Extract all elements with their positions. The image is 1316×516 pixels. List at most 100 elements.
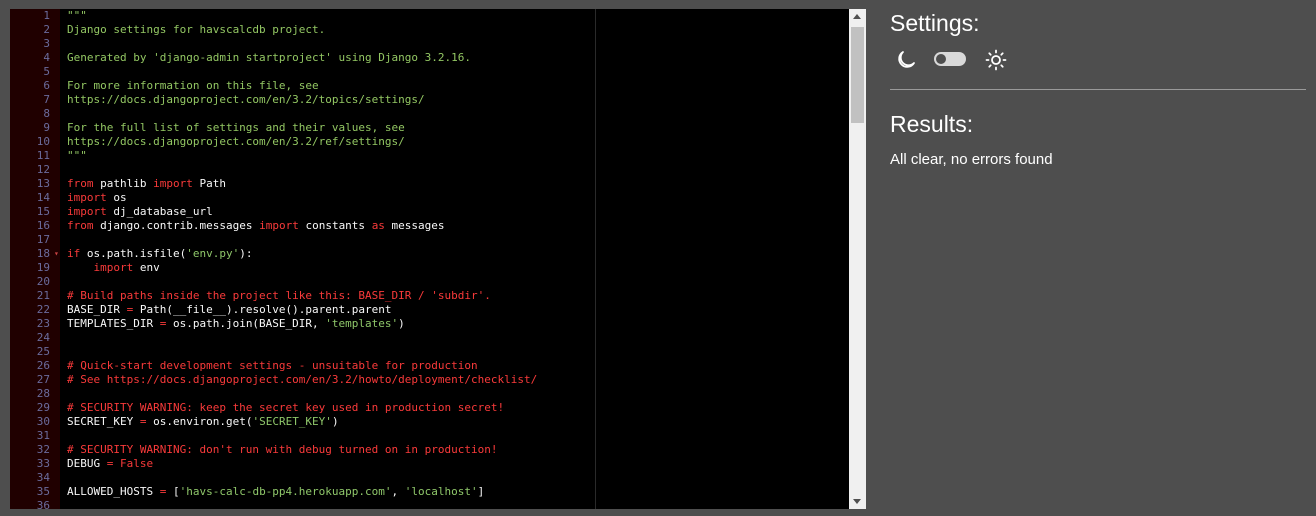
line-number: 32 [36,443,50,456]
code-token: django.contrib.messages [93,219,260,232]
code-token: # SECURITY WARNING: don't run with debug… [67,443,498,456]
code-line[interactable]: 23 TEMPLATES_DIR = os.path.join(BASE_DIR,… [10,317,850,331]
code-line[interactable]: 4 Generated by 'django-admin startproject… [10,51,850,65]
code-text[interactable]: Django settings for havscalcdb project. [67,23,325,37]
code-line[interactable]: 7 https://docs.djangoproject.com/en/3.2/t… [10,93,850,107]
code-token: ALLOWED_HOSTS [67,485,160,498]
code-line[interactable]: 26 # Quick-start development settings - u… [10,359,850,373]
line-number: 29 [36,401,50,414]
code-line[interactable]: 36 [10,499,850,509]
code-text[interactable]: from pathlib import Path [67,177,226,191]
code-text[interactable]: DEBUG = False [67,457,153,471]
code-token: ) [331,415,339,428]
code-line[interactable]: 9 For the full list of settings and their… [10,121,850,135]
code-lines[interactable]: 1 """ 2 Django settings for havscalcdb proj… [10,9,850,509]
code-line[interactable]: 18 ▾ if os.path.isfile('env.py'): [10,247,850,261]
code-line[interactable]: 5 [10,65,850,79]
code-text[interactable]: import os [67,191,127,205]
line-number: 20 [36,275,50,288]
code-text[interactable]: # Quick-start development settings - uns… [67,359,478,373]
code-line[interactable]: 14 import os [10,191,850,205]
fold-arrow-icon[interactable]: ▾ [54,247,59,261]
code-line[interactable]: 12 [10,163,850,177]
code-token: 'localhost' [404,485,478,498]
line-number: 13 [36,177,50,190]
code-text[interactable]: For more information on this file, see [67,79,319,93]
code-token: 'SECRET_KEY' [252,415,332,428]
code-line[interactable]: 17 [10,233,850,247]
code-text[interactable]: Generated by 'django-admin startproject'… [67,51,471,65]
code-line[interactable]: 21 # Build paths inside the project like … [10,289,850,303]
line-number: 2 [43,23,50,36]
code-line[interactable]: 25 [10,345,850,359]
code-text[interactable]: import env [67,261,160,275]
code-text[interactable]: if os.path.isfile('env.py'): [67,247,252,261]
code-line[interactable]: 30 SECRET_KEY = os.environ.get('SECRET_KE… [10,415,850,429]
code-token: ] [477,485,485,498]
code-line[interactable]: 22 BASE_DIR = Path(__file__).resolve().pa… [10,303,850,317]
code-text[interactable]: SECRET_KEY = os.environ.get('SECRET_KEY'… [67,415,339,429]
code-line[interactable]: 8 [10,107,850,121]
line-number: 33 [36,457,50,470]
code-line[interactable]: 15 import dj_database_url [10,205,850,219]
code-token: 'env.py' [186,247,240,260]
code-line[interactable]: 29 # SECURITY WARNING: keep the secret ke… [10,401,850,415]
code-text[interactable]: import dj_database_url [67,205,213,219]
code-text[interactable]: # See https://docs.djangoproject.com/en/… [67,373,537,387]
code-line[interactable]: 10 https://docs.djangoproject.com/en/3.2/… [10,135,850,149]
code-line[interactable]: 35 ALLOWED_HOSTS = ['havs-calc-db-pp4.her… [10,485,850,499]
code-text[interactable]: BASE_DIR = Path(__file__).resolve().pare… [67,303,392,317]
code-editor[interactable]: 1 """ 2 Django settings for havscalcdb proj… [10,9,866,509]
code-line[interactable]: 32 # SECURITY WARNING: don't run with deb… [10,443,850,457]
code-line[interactable]: 24 [10,331,850,345]
code-text[interactable]: https://docs.djangoproject.com/en/3.2/to… [67,93,425,107]
code-text[interactable]: TEMPLATES_DIR = os.path.join(BASE_DIR, '… [67,317,405,331]
code-text[interactable]: # SECURITY WARNING: don't run with debug… [67,443,497,457]
code-text[interactable]: """ [67,149,87,163]
line-number: 14 [36,191,50,204]
code-text[interactable]: For the full list of settings and their … [67,121,405,135]
code-line[interactable]: 19 import env [10,261,850,275]
scroll-thumb[interactable] [851,27,864,123]
code-text[interactable]: ALLOWED_HOSTS = ['havs-calc-db-pp4.herok… [67,485,484,499]
code-line[interactable]: 20 [10,275,850,289]
code-line[interactable]: 34 [10,471,850,485]
scroll-down-arrow-icon[interactable] [853,499,861,504]
code-token: import [153,177,193,190]
code-text[interactable]: # SECURITY WARNING: keep the secret key … [67,401,504,415]
code-line[interactable]: 31 [10,429,850,443]
code-line[interactable]: 11 """ [10,149,850,163]
code-line[interactable]: 2 Django settings for havscalcdb project. [10,23,850,37]
code-text[interactable]: https://docs.djangoproject.com/en/3.2/re… [67,135,405,149]
code-token: 'havs-calc-db-pp4.herokuapp.com' [179,485,392,498]
scroll-up-arrow-icon[interactable] [853,14,861,19]
line-number: 5 [43,65,50,78]
code-token: TEMPLATES_DIR [67,317,160,330]
code-text[interactable]: from django.contrib.messages import cons… [67,219,445,233]
line-number: 10 [36,135,50,148]
line-number: 35 [36,485,50,498]
code-line[interactable]: 13 from pathlib import Path [10,177,850,191]
code-line[interactable]: 27 # See https://docs.djangoproject.com/e… [10,373,850,387]
results-heading: Results: [890,111,974,137]
code-token: os.path.join(BASE_DIR, [166,317,326,330]
sun-icon[interactable] [984,48,1008,72]
code-line[interactable]: 3 [10,37,850,51]
line-number: 4 [43,51,50,64]
code-text[interactable]: """ [67,9,87,23]
code-token: from [67,177,94,190]
code-token: https://docs.djangoproject.com/en/3.2/to… [67,93,425,106]
code-line[interactable]: 6 For more information on this file, see [10,79,850,93]
code-line[interactable]: 28 [10,387,850,401]
moon-icon[interactable] [894,48,918,72]
code-line[interactable]: 33 DEBUG = False [10,457,850,471]
line-number: 34 [36,471,50,484]
results-message: All clear, no errors found [890,151,1053,168]
code-line[interactable]: 16 from django.contrib.messages import co… [10,219,850,233]
code-line[interactable]: 1 """ [10,9,850,23]
code-token: os [106,191,127,204]
editor-scrollbar[interactable] [849,9,866,509]
code-text[interactable]: # Build paths inside the project like th… [67,289,491,303]
theme-toggle-switch[interactable] [934,52,966,66]
